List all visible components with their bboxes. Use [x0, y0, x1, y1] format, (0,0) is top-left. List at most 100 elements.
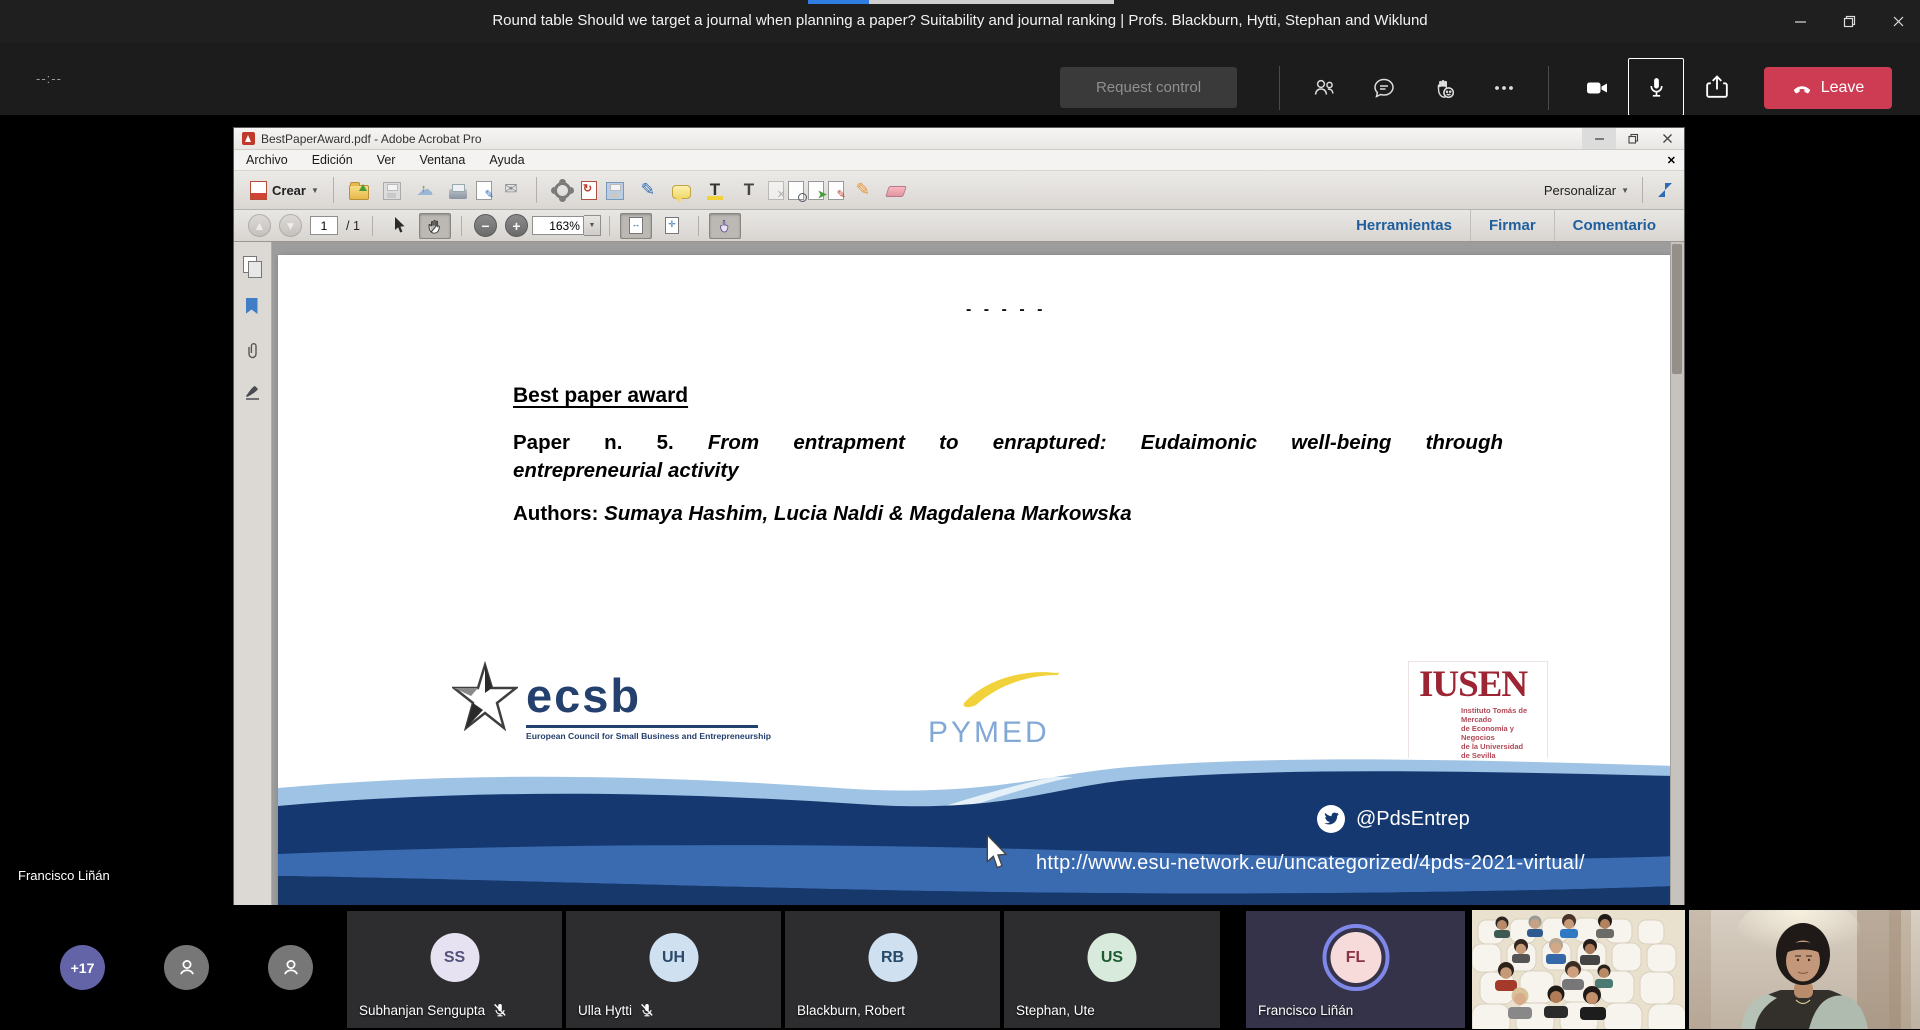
sign-document-icon[interactable]: ✎: [476, 181, 492, 200]
avatar: SS: [430, 933, 479, 982]
raise-hand-icon[interactable]: [1431, 75, 1457, 101]
acrobat-close-icon[interactable]: [1650, 128, 1684, 149]
touch-mode-icon[interactable]: [709, 213, 741, 239]
toolbar-divider: [1548, 66, 1549, 110]
close-icon[interactable]: [1891, 14, 1906, 29]
acrobat-titlebar[interactable]: BestPaperAward.pdf - Adobe Acrobat Pro: [234, 128, 1684, 150]
vertical-scrollbar[interactable]: [1670, 242, 1684, 910]
search-document-icon[interactable]: [788, 181, 804, 200]
participant-tile-speaking[interactable]: FL Francisco Liñán: [1246, 911, 1465, 1028]
email-icon[interactable]: ✉: [501, 180, 521, 200]
acrobat-menubar: Archivo Edición Ver Ventana Ayuda ✕: [234, 150, 1684, 171]
shared-screen-stage: BestPaperAward.pdf - Adobe Acrobat Pro A…: [0, 115, 1920, 918]
pen-icon[interactable]: ✎: [638, 180, 658, 200]
hand-tool-icon[interactable]: [419, 213, 451, 239]
signatures-icon[interactable]: [243, 382, 263, 402]
participant-placeholder-icon[interactable]: [268, 945, 313, 990]
request-control-button[interactable]: Request control: [1060, 67, 1237, 108]
page-number-input[interactable]: [310, 216, 338, 235]
menu-ayuda[interactable]: Ayuda: [489, 153, 524, 167]
avatar: RB: [868, 933, 917, 982]
chat-icon[interactable]: [1371, 75, 1397, 101]
iusen-caption: Instituto Tomás de Mercado de Economía y…: [1461, 706, 1547, 760]
highlight-icon[interactable]: T: [705, 180, 725, 200]
create-pdf-icon: [250, 181, 267, 200]
delete-page-icon[interactable]: ✕: [768, 181, 784, 200]
tab-comentario[interactable]: Comentario: [1554, 210, 1674, 241]
zoom-out-icon[interactable]: −: [474, 214, 497, 237]
participant-tile[interactable]: RB Blackburn, Robert: [785, 911, 1000, 1028]
acrobat-restore-icon[interactable]: [1616, 128, 1650, 149]
export-pdf-icon[interactable]: ↻: [581, 181, 597, 200]
share-screen-icon[interactable]: [1700, 70, 1734, 104]
zoom-in-icon[interactable]: +: [505, 214, 528, 237]
sharing-indicator-handle[interactable]: [869, 0, 1114, 4]
save-icon[interactable]: [383, 182, 401, 200]
edit-document-icon[interactable]: ✎: [828, 181, 844, 200]
open-file-icon[interactable]: [349, 185, 369, 200]
personalizar-button[interactable]: Personalizar: [1544, 183, 1616, 198]
acrobat-app-icon: [242, 132, 255, 145]
menu-archivo[interactable]: Archivo: [246, 153, 288, 167]
scrollbar-thumb[interactable]: [1672, 244, 1682, 374]
twitter-icon: [1316, 804, 1346, 834]
extract-page-icon[interactable]: ➤: [808, 181, 824, 200]
overflow-participants-badge[interactable]: +17: [60, 945, 105, 990]
acrobat-minimize-icon[interactable]: [1582, 128, 1616, 149]
participant-tile[interactable]: SS Subhanjan Sengupta: [347, 911, 562, 1028]
hang-up-icon: [1792, 78, 1812, 98]
video-tile-webcam[interactable]: [1689, 910, 1920, 1029]
restore-icon[interactable]: [1842, 14, 1857, 29]
close-document-icon[interactable]: ✕: [1667, 154, 1676, 167]
participant-placeholder-icon[interactable]: [164, 945, 209, 990]
participant-tile[interactable]: UH Ulla Hytti: [566, 911, 781, 1028]
tab-herramientas[interactable]: Herramientas: [1338, 210, 1470, 241]
zoom-dropdown-icon[interactable]: ▼: [584, 215, 601, 236]
video-tile-audience[interactable]: [1472, 910, 1685, 1029]
acrobat-sidebar: [234, 242, 272, 910]
cloud-upload-icon[interactable]: ☁↑: [415, 180, 435, 200]
eraser-icon[interactable]: [887, 180, 907, 200]
acrobat-window: BestPaperAward.pdf - Adobe Acrobat Pro A…: [233, 127, 1685, 905]
page-down-icon[interactable]: ▼: [279, 214, 302, 237]
page-thumbnails-icon[interactable]: [243, 256, 263, 276]
minimize-icon[interactable]: [1793, 14, 1808, 29]
iusen-wordmark: IUSEN: [1419, 666, 1547, 704]
participant-tile[interactable]: US Stephan, Ute: [1004, 911, 1220, 1028]
camera-icon[interactable]: [1584, 75, 1610, 101]
print-icon[interactable]: [449, 189, 467, 199]
people-icon[interactable]: [1311, 75, 1337, 101]
gear-icon[interactable]: [552, 180, 572, 200]
menu-edicion[interactable]: Edición: [312, 153, 353, 167]
bookmarks-icon[interactable]: [243, 298, 263, 318]
ecsb-caption: European Council for Small Business and …: [526, 731, 771, 741]
meeting-timer: --:--: [36, 71, 62, 86]
page-up-icon[interactable]: ▲: [248, 214, 271, 237]
tab-firmar[interactable]: Firmar: [1470, 210, 1554, 241]
fit-width-icon[interactable]: [620, 213, 652, 239]
expand-window-icon[interactable]: [1656, 181, 1674, 199]
add-text-icon[interactable]: T: [739, 180, 759, 200]
presenter-name-label: Francisco Liñán: [18, 868, 110, 883]
pymed-crescent-icon: [956, 667, 1066, 709]
page-count-label: / 1: [346, 219, 360, 233]
leave-button[interactable]: Leave: [1764, 67, 1892, 109]
menu-ver[interactable]: Ver: [377, 153, 396, 167]
select-tool-icon[interactable]: [383, 213, 415, 239]
pencil-icon[interactable]: ✎: [853, 180, 873, 200]
pdf-authors: Authors: Sumaya Hashim, Lucia Naldi & Ma…: [513, 502, 1132, 526]
pdf-heading: Best paper award: [513, 384, 688, 408]
crear-button[interactable]: Crear ▼: [244, 178, 325, 203]
teams-titlebar: Round table Should we target a journal w…: [0, 0, 1920, 43]
microphone-button[interactable]: [1628, 58, 1684, 116]
acrobat-main-toolbar: Crear ▼ ☁↑ ✎ ✉ ↻ ✎ T T ✕ ➤: [234, 171, 1684, 210]
participant-name: Francisco Liñán: [1258, 1003, 1353, 1018]
menu-ventana[interactable]: Ventana: [419, 153, 465, 167]
zoom-level-input[interactable]: [532, 216, 584, 235]
fit-page-icon[interactable]: [656, 213, 688, 239]
attachments-icon[interactable]: [243, 340, 263, 360]
ecsb-logo: ecsb European Council for Small Business…: [452, 657, 771, 749]
comment-bubble-icon[interactable]: [672, 185, 691, 199]
more-options-icon[interactable]: [1491, 75, 1517, 101]
save-as-icon[interactable]: [606, 182, 624, 200]
